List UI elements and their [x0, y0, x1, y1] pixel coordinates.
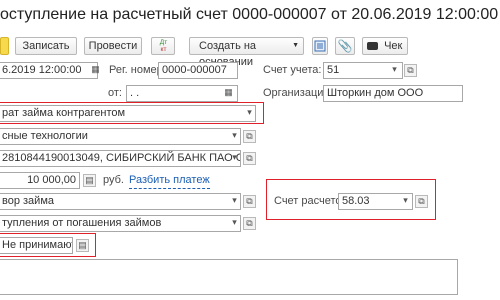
chevron-down-icon[interactable]: ▾	[228, 217, 241, 230]
org-label: Организация:	[263, 87, 333, 99]
dtkt-icon: Дт кт	[159, 39, 168, 53]
chevron-down-icon[interactable]: ▾	[228, 195, 241, 208]
check-button-label: Чек	[384, 40, 403, 52]
dtkt-button[interactable]: Дт кт	[151, 37, 175, 55]
check-button[interactable]: Чек	[362, 37, 408, 55]
chevron-down-icon[interactable]: ▾	[388, 64, 401, 77]
attach-button[interactable]: 📎	[335, 37, 355, 55]
write-button[interactable]: Записать	[15, 37, 77, 55]
calculator-icon[interactable]: ▤	[83, 174, 96, 187]
cash-flow-item-field[interactable]: тупления от погашения займов	[0, 215, 241, 232]
chevron-down-icon[interactable]: ▾	[228, 130, 241, 143]
amount-field[interactable]: 10 000,00	[0, 172, 80, 189]
vat-field[interactable]: Не принимаются>	[0, 237, 73, 254]
open-icon[interactable]: ⧉	[415, 195, 428, 208]
comment-field[interactable]	[0, 259, 458, 295]
calculator-icon[interactable]: ▤	[76, 239, 89, 252]
calendar-icon[interactable]: ▦	[89, 64, 102, 77]
chevron-down-icon[interactable]: ▾	[243, 107, 256, 120]
open-icon[interactable]: ⧉	[243, 195, 256, 208]
contract-field[interactable]: вор займа	[0, 193, 241, 210]
from-label: от:	[108, 87, 122, 99]
post-button[interactable]: Провести	[84, 37, 142, 55]
post-and-close-button[interactable]	[0, 37, 9, 55]
open-icon[interactable]: ⧉	[243, 130, 256, 143]
organization-field[interactable]: Шторкин дом ООО	[323, 85, 463, 102]
date-field[interactable]: 6.2019 12:00:00	[0, 62, 98, 79]
structure-icon-button[interactable]	[312, 37, 328, 55]
paperclip-icon: 📎	[337, 39, 353, 53]
split-payment-link[interactable]: Разбить платеж	[129, 173, 210, 189]
open-icon[interactable]: ⧉	[243, 217, 256, 230]
open-icon[interactable]: ⧉	[243, 152, 256, 165]
chevron-down-icon: ▼	[292, 42, 299, 49]
bank-account-field[interactable]: 2810844190013049, СИБИРСКИЙ БАНК ПАО СБЕ…	[0, 150, 241, 167]
chevron-down-icon[interactable]: ▾	[399, 195, 412, 208]
chevron-down-icon[interactable]: ▾	[228, 152, 241, 165]
printer-icon	[367, 42, 378, 51]
currency-label: руб.	[103, 174, 124, 186]
account-label: Счет учета:	[263, 64, 322, 76]
page-title: оступление на расчетный счет 0000-000007…	[0, 6, 499, 23]
operation-type-field[interactable]: рат займа контрагентом	[0, 105, 256, 122]
counterparty-field[interactable]: сные технологии	[0, 128, 241, 145]
create-based-on-button[interactable]: Создать на основании ▼	[189, 37, 304, 68]
structure-icon	[314, 40, 326, 52]
reg-number-field[interactable]: 0000-000007	[158, 62, 238, 79]
calendar-icon[interactable]: ▦	[222, 87, 235, 100]
open-icon[interactable]: ⧉	[404, 64, 417, 77]
